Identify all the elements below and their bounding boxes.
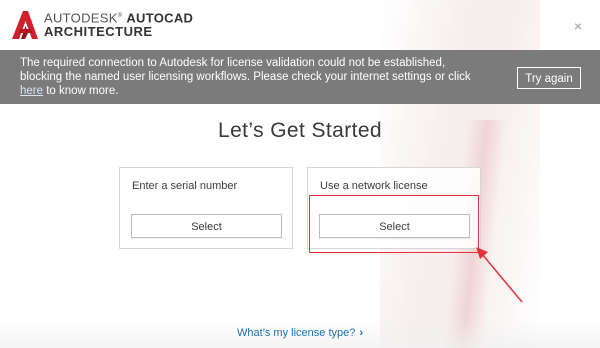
banner-message-text: The required connection to Autodesk for … xyxy=(20,57,471,83)
license-type-link[interactable]: What’s my license type? › xyxy=(0,327,600,339)
product-name: AUTODESK® AUTOCAD ARCHITECTURE xyxy=(44,10,194,40)
license-type-link-label: What’s my license type? xyxy=(236,327,356,339)
brand-autodesk: AUTODESK xyxy=(44,10,118,26)
serial-number-label: Enter a serial number xyxy=(132,180,238,192)
network-license-label: Use a network license xyxy=(320,180,428,192)
try-again-button[interactable]: Try again xyxy=(517,67,581,89)
banner-here-link[interactable]: here xyxy=(20,85,43,97)
connection-warning-banner: The required connection to Autodesk for … xyxy=(0,50,600,104)
annotation-arrow-icon xyxy=(476,247,523,303)
annotation-highlight-box xyxy=(309,195,479,253)
banner-message: The required connection to Autodesk for … xyxy=(20,56,490,98)
select-serial-number-button[interactable]: Select xyxy=(131,214,282,238)
chevron-right-icon: › xyxy=(359,327,364,339)
serial-number-card: Enter a serial number Select xyxy=(119,167,293,249)
brand-architecture: ARCHITECTURE xyxy=(44,24,153,40)
brand-autocad: AUTOCAD xyxy=(126,10,194,26)
autocad-logo-icon xyxy=(12,11,38,39)
banner-message-tail: to know more. xyxy=(46,85,119,97)
close-icon[interactable]: × xyxy=(572,19,584,33)
page-title: Let’s Get Started xyxy=(217,119,382,142)
header: AUTODESK® AUTOCAD ARCHITECTURE × xyxy=(0,0,600,50)
